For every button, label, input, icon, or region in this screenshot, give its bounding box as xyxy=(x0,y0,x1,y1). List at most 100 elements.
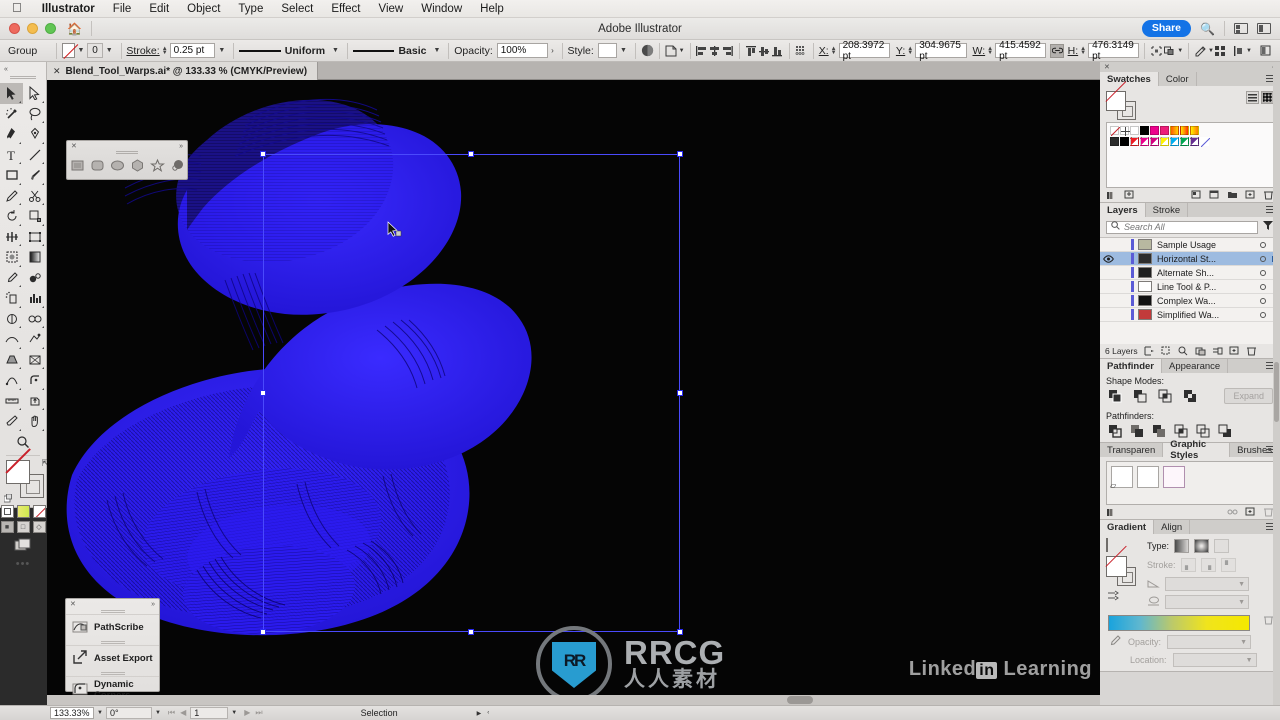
direct-selection-tool[interactable] xyxy=(23,83,46,104)
gradient-opacity-field[interactable]: ▼ xyxy=(1167,635,1252,649)
floating-shapes-panel[interactable]: ✕ » xyxy=(66,140,188,180)
break-link-icon[interactable] xyxy=(1227,507,1238,518)
fill-color-indicator[interactable] xyxy=(6,460,30,484)
align-horizontal-center-icon[interactable] xyxy=(708,43,721,58)
layer-target-icon[interactable] xyxy=(1256,283,1269,290)
transform-icon[interactable] xyxy=(1150,43,1163,58)
rounded-rectangle-shape-icon[interactable] xyxy=(90,158,105,176)
width-tool[interactable] xyxy=(0,227,23,248)
height-input[interactable]: 476.3149 pt xyxy=(1088,40,1140,62)
star-shape-icon[interactable] xyxy=(149,158,165,176)
selection-handle-middle-left[interactable] xyxy=(260,390,266,396)
divide-icon[interactable] xyxy=(1107,423,1122,438)
artboard-tool[interactable] xyxy=(0,309,23,330)
intersect-icon[interactable] xyxy=(1157,389,1172,404)
rectangle-shape-icon[interactable] xyxy=(70,158,85,176)
make-clipping-mask-icon[interactable] xyxy=(1161,346,1172,357)
tab-stroke[interactable]: Stroke xyxy=(1145,203,1189,217)
swatches-fill-stroke[interactable] xyxy=(1106,91,1138,120)
tab-pathfinder[interactable]: Pathfinder xyxy=(1100,359,1162,373)
symbol-sprayer-tool[interactable] xyxy=(0,288,23,309)
tab-swatches[interactable]: Swatches xyxy=(1100,72,1159,86)
width-profile-dropdown-icon[interactable]: ▼ xyxy=(329,47,342,54)
selection-bounding-box[interactable] xyxy=(260,151,683,635)
expand-icon[interactable]: » xyxy=(179,143,183,150)
layer-target-icon[interactable] xyxy=(1256,241,1269,248)
trim-icon[interactable] xyxy=(1129,423,1144,438)
opacity-options-icon[interactable]: › xyxy=(548,46,557,55)
panel-grip[interactable] xyxy=(10,76,36,80)
layers-search-input[interactable] xyxy=(1124,222,1253,232)
layer-visibility-toggle[interactable] xyxy=(1100,254,1117,263)
type-tool[interactable]: T xyxy=(0,145,23,166)
artboard-canvas[interactable]: RRCG 人人素材 Linkedin Learning xyxy=(47,80,1100,705)
scissors-tool[interactable] xyxy=(23,186,46,207)
tab-graphic-styles[interactable]: Graphic Styles xyxy=(1163,439,1231,461)
menu-item-help[interactable]: Help xyxy=(471,0,513,18)
rectangle-tool[interactable] xyxy=(0,165,23,186)
home-icon[interactable]: 🏠 xyxy=(67,22,82,36)
tab-transparency[interactable]: Transparen xyxy=(1100,443,1164,457)
y-stepper[interactable]: ▲ ▼ xyxy=(905,46,915,56)
arrange-documents-icon[interactable] xyxy=(1234,23,1248,34)
minus-back-icon[interactable] xyxy=(1217,423,1232,438)
graphic-style-blank[interactable] xyxy=(1137,466,1159,488)
swatch-green-tri[interactable] xyxy=(1180,137,1189,146)
merge-icon[interactable] xyxy=(1151,423,1166,438)
first-artboard-icon[interactable]: ⏮ xyxy=(168,708,175,718)
layers-search-box[interactable] xyxy=(1106,220,1258,234)
align-vertical-center-icon[interactable] xyxy=(758,43,771,58)
free-distort-tool[interactable] xyxy=(23,329,46,350)
layer-row-horizontal-st[interactable]: Horizontal St... xyxy=(1100,252,1280,266)
layer-target-icon[interactable] xyxy=(1256,297,1269,304)
blend-tool[interactable] xyxy=(23,268,46,289)
layer-target-icon[interactable] xyxy=(1256,311,1269,318)
menu-item-type[interactable]: Type xyxy=(229,0,272,18)
distribute-spacing-icon[interactable] xyxy=(1233,43,1245,58)
y-position-input[interactable]: 304.9675 pt xyxy=(915,40,967,62)
canvas-horizontal-scrollbar[interactable] xyxy=(47,695,1100,705)
tab-layers[interactable]: Layers xyxy=(1100,203,1146,217)
graphic-style-default[interactable]: ▱ xyxy=(1110,466,1133,490)
gradient-fill-stroke[interactable] xyxy=(1106,556,1140,586)
rotation-input[interactable]: 0° xyxy=(105,707,152,719)
isolate-selected-icon[interactable] xyxy=(1194,43,1207,58)
layer-row-simplified-wa[interactable]: Simplified Wa... xyxy=(1100,308,1280,322)
graphic-styles-grid[interactable]: ▱ xyxy=(1106,461,1274,505)
reverse-gradient-icon[interactable] xyxy=(1106,590,1140,605)
new-graphic-style-icon[interactable] xyxy=(1245,507,1256,518)
x-stepper[interactable]: ▲ ▼ xyxy=(829,46,839,56)
stroke-weight-input[interactable]: 0.25 pt xyxy=(169,43,216,58)
previous-artboard-icon[interactable]: ◀ xyxy=(180,708,186,718)
selection-handle-bottom-left[interactable] xyxy=(260,629,266,635)
more-options-icon[interactable] xyxy=(1260,43,1272,58)
pencil-tool[interactable] xyxy=(0,186,23,207)
swatch-gradient-orange[interactable] xyxy=(1190,126,1199,135)
screen-mode-button[interactable] xyxy=(0,538,46,552)
free-transform-tool[interactable] xyxy=(23,227,46,248)
rotate-tool[interactable] xyxy=(0,206,23,227)
workspace-switcher-icon[interactable] xyxy=(1257,23,1271,34)
menu-item-edit[interactable]: Edit xyxy=(140,0,178,18)
gradient-aspect-field[interactable]: ▼ xyxy=(1165,595,1249,609)
recolor-artwork-icon[interactable] xyxy=(641,43,654,58)
panel-grip[interactable] xyxy=(116,151,138,154)
align-right-icon[interactable] xyxy=(721,43,734,58)
curvature-tool[interactable] xyxy=(23,124,46,145)
align-top-icon[interactable] xyxy=(745,43,758,58)
radial-gradient-icon[interactable] xyxy=(1194,539,1210,553)
share-button[interactable]: Share xyxy=(1141,20,1191,37)
w-stepper[interactable]: ▲ ▼ xyxy=(985,46,995,56)
column-graph-tool[interactable] xyxy=(23,288,46,309)
measure-tool[interactable] xyxy=(0,391,23,412)
layer-row-alternate-sh[interactable]: Alternate Sh... xyxy=(1100,266,1280,280)
layer-row-complex-wa[interactable]: Complex Wa... xyxy=(1100,294,1280,308)
solid-color-mode-button[interactable] xyxy=(0,505,14,518)
linear-gradient-icon[interactable] xyxy=(1174,539,1190,553)
menu-item-effect[interactable]: Effect xyxy=(322,0,369,18)
swatch-cyan-tri[interactable] xyxy=(1170,137,1179,146)
swatch-black[interactable] xyxy=(1140,126,1149,135)
slice-tool[interactable] xyxy=(23,309,46,330)
scale-tool[interactable] xyxy=(23,206,46,227)
close-icon[interactable]: ✕ xyxy=(1104,63,1110,71)
